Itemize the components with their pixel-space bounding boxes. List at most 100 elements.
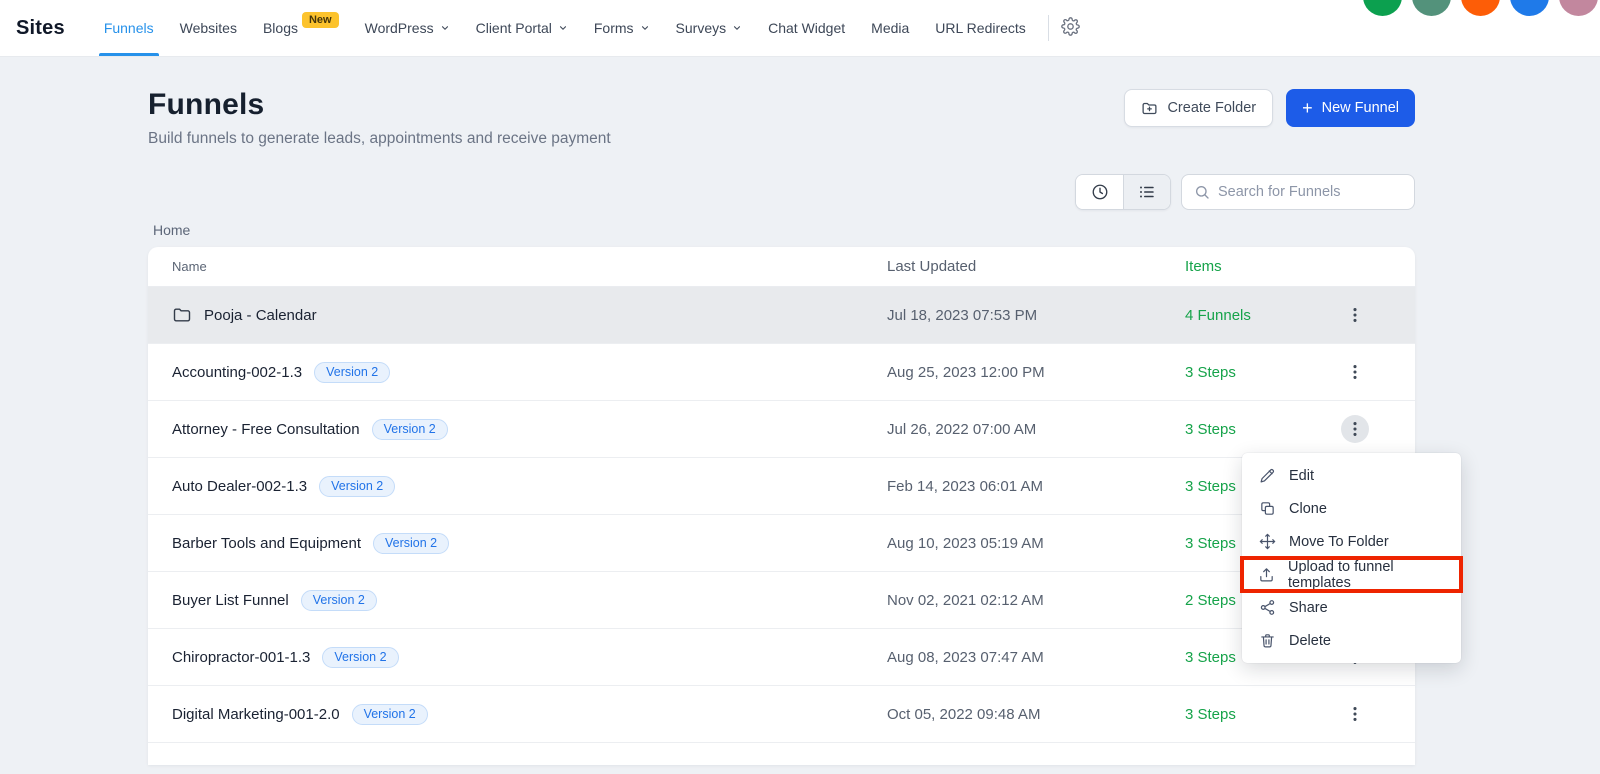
nav-item-label: Blogs: [263, 20, 298, 36]
plus-icon: +: [1302, 99, 1313, 117]
row-name: Buyer List Funnel: [172, 592, 289, 609]
recent-view-button[interactable]: [1076, 175, 1123, 209]
nav-item-label: URL Redirects: [935, 20, 1026, 36]
list-view-button[interactable]: [1123, 175, 1170, 209]
table-row-accounting-002-1-3[interactable]: Accounting-002-1.3 Version 2 Aug 25, 2023 …: [148, 344, 1415, 401]
version-badge: Version 2: [314, 362, 390, 383]
nav-item-surveys[interactable]: Surveys: [663, 0, 756, 56]
new-funnel-label: New Funnel: [1322, 100, 1399, 116]
row-kebab-menu-button[interactable]: [1341, 301, 1369, 329]
breadcrumb[interactable]: Home: [148, 222, 1415, 238]
nav-item-label: Surveys: [676, 20, 727, 36]
nav-item-url-redirects[interactable]: URL Redirects: [922, 0, 1039, 56]
avatar[interactable]: [1363, 0, 1402, 16]
menu-item-move-to-folder[interactable]: Move To Folder: [1242, 525, 1461, 558]
list-icon: [1138, 183, 1156, 201]
menu-item-label: Share: [1289, 600, 1328, 616]
version-badge: Version 2: [373, 533, 449, 554]
menu-item-edit[interactable]: Edit: [1242, 459, 1461, 492]
table-row-pooja-calendar[interactable]: Pooja - Calendar Jul 18, 2023 07:53 PM4 F…: [148, 287, 1415, 344]
avatar[interactable]: [1412, 0, 1451, 16]
row-name: Accounting-002-1.3: [172, 364, 302, 381]
menu-item-label: Move To Folder: [1289, 534, 1389, 550]
row-name: Pooja - Calendar: [204, 307, 317, 324]
column-header-items: Items: [1185, 258, 1313, 275]
version-badge: Version 2: [352, 704, 428, 725]
avatar[interactable]: [1559, 0, 1598, 16]
table-row-digital-marketing-001-2-0[interactable]: Digital Marketing-001-2.0 Version 2 Oct 05…: [148, 686, 1415, 743]
kebab-icon: [1347, 364, 1363, 380]
avatar[interactable]: [1510, 0, 1549, 16]
nav-item-media[interactable]: Media: [858, 0, 922, 56]
clone-icon: [1258, 500, 1276, 517]
kebab-icon: [1347, 421, 1363, 437]
table-row-barber-tools-and-equipment[interactable]: Barber Tools and Equipment Version 2 Aug 1…: [148, 515, 1415, 572]
nav-item-chat-widget[interactable]: Chat Widget: [755, 0, 858, 56]
new-funnel-button[interactable]: + New Funnel: [1286, 89, 1415, 127]
menu-item-upload-to-funnel-templates[interactable]: Upload to funnel templates: [1242, 558, 1461, 591]
nav-item-label: Websites: [180, 20, 237, 36]
nav-item-label: Funnels: [104, 20, 154, 36]
nav-item-client-portal[interactable]: Client Portal: [463, 0, 581, 56]
folder-plus-icon: [1141, 100, 1158, 117]
avatar[interactable]: [1461, 0, 1500, 16]
nav-item-websites[interactable]: Websites: [167, 0, 250, 56]
menu-item-delete[interactable]: Delete: [1242, 624, 1461, 657]
row-last-updated: Jul 18, 2023 07:53 PM: [887, 307, 1185, 324]
move-icon: [1258, 533, 1276, 550]
new-badge: New: [302, 12, 339, 28]
row-context-menu: EditClone Move To Folder Upload to funnel …: [1242, 453, 1461, 663]
funnels-table: Name Last Updated Items Pooja - Calendar…: [148, 247, 1415, 765]
nav-item-label: WordPress: [365, 20, 434, 36]
table-row-attorney-free-consultation[interactable]: Attorney - Free ConsultationVersion 2Jul…: [148, 401, 1415, 458]
version-badge: Version 2: [301, 590, 377, 611]
sites-nav: Funnels Websites BlogsNew WordPress Client P…: [91, 0, 1039, 56]
nav-item-wordpress[interactable]: WordPress: [352, 0, 463, 56]
page-subtitle: Build funnels to generate leads, appoint…: [148, 130, 611, 148]
nav-item-forms[interactable]: Forms: [581, 0, 663, 56]
table-row-auto-dealer-002-1-3[interactable]: Auto Dealer-002-1.3Version 2Feb 14, 2023…: [148, 458, 1415, 515]
row-last-updated: Aug 08, 2023 07:47 AM: [887, 649, 1185, 666]
clock-icon: [1091, 183, 1109, 201]
row-items-count: 4 Funnels: [1185, 307, 1313, 324]
nav-item-label: Chat Widget: [768, 20, 845, 36]
top-nav-bar: Sites FunnelsWebsitesBlogsNewWordPressCl…: [0, 0, 1600, 57]
version-badge: Version 2: [319, 476, 395, 497]
menu-item-label: Delete: [1289, 633, 1331, 649]
row-name: Digital Marketing-001-2.0: [172, 706, 340, 723]
table-row-buyer-list-funnel[interactable]: Buyer List Funnel Version 2 Nov 02, 2021 0…: [148, 572, 1415, 629]
row-kebab-menu-button[interactable]: [1341, 700, 1369, 728]
nav-item-label: Forms: [594, 20, 634, 36]
create-folder-button[interactable]: Create Folder: [1124, 89, 1273, 127]
row-last-updated: Feb 14, 2023 06:01 AM: [887, 478, 1185, 495]
kebab-icon: [1347, 706, 1363, 722]
row-last-updated: Oct 05, 2022 09:48 AM: [887, 706, 1185, 723]
row-items-count: 3 Steps: [1185, 364, 1313, 381]
gear-icon: [1061, 17, 1080, 39]
chevron-down-icon: [440, 23, 450, 33]
nav-item-blogs[interactable]: BlogsNew: [250, 0, 352, 56]
nav-divider: [1048, 15, 1049, 41]
row-last-updated: Nov 02, 2021 02:12 AM: [887, 592, 1185, 609]
menu-item-share[interactable]: Share: [1242, 591, 1461, 624]
row-name: Barber Tools and Equipment: [172, 535, 361, 552]
chevron-down-icon: [558, 23, 568, 33]
share-icon: [1258, 599, 1276, 616]
column-header-name: Name: [172, 259, 887, 274]
row-kebab-menu-button[interactable]: [1341, 415, 1369, 443]
row-name: Chiropractor-001-1.3: [172, 649, 310, 666]
settings-gear-button[interactable]: [1061, 17, 1080, 39]
kebab-icon: [1347, 307, 1363, 323]
row-last-updated: Aug 10, 2023 05:19 AM: [887, 535, 1185, 552]
folder-icon: [172, 305, 192, 325]
table-row-chiropractor-001-1-3[interactable]: Chiropractor-001-1.3Version 2Aug 08, 202…: [148, 629, 1415, 686]
row-items-count: 3 Steps: [1185, 706, 1313, 723]
nav-item-funnels[interactable]: Funnels: [91, 0, 167, 56]
nav-item-label: Client Portal: [476, 20, 552, 36]
search-box: [1181, 174, 1415, 210]
chevron-down-icon: [640, 23, 650, 33]
row-kebab-menu-button[interactable]: [1341, 358, 1369, 386]
row-last-updated: Aug 25, 2023 12:00 PM: [887, 364, 1185, 381]
menu-item-clone[interactable]: Clone: [1242, 492, 1461, 525]
search-input[interactable]: [1218, 184, 1405, 200]
